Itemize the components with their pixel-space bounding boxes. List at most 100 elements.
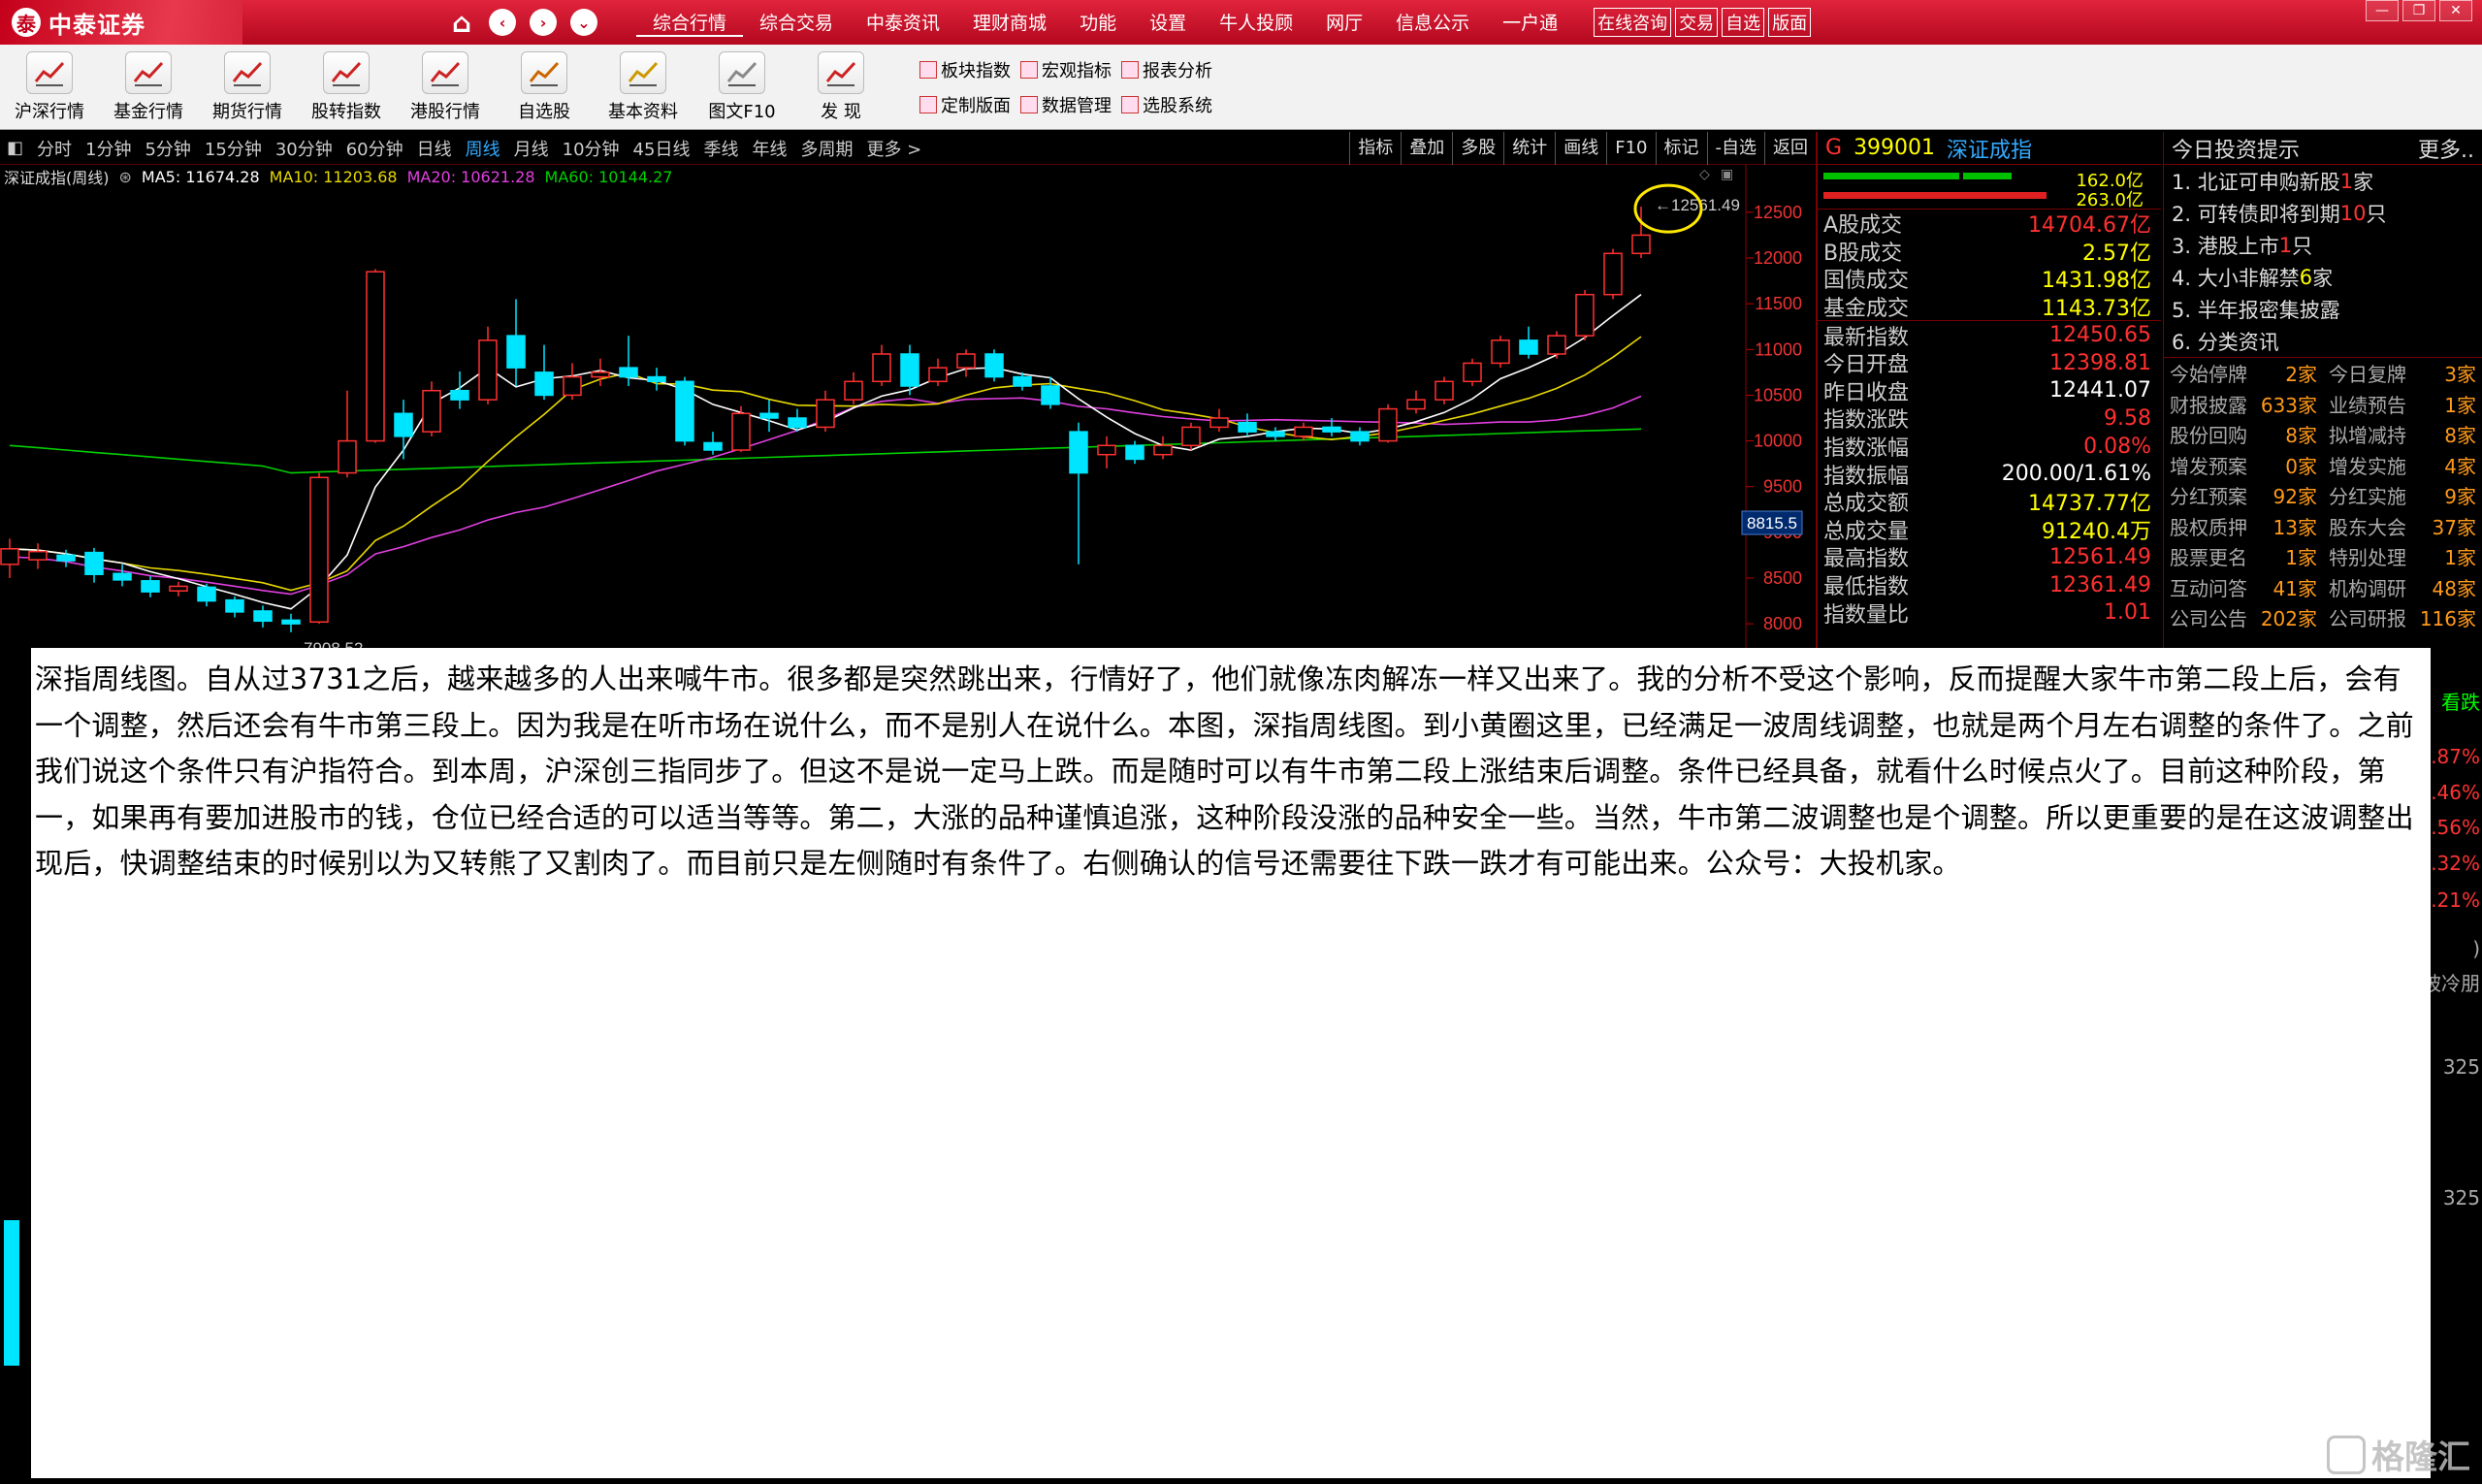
tip-grid-count: 92家 bbox=[2272, 485, 2317, 509]
tip-item-1[interactable]: 2. 可转债即将到期 10 只 bbox=[2164, 197, 2482, 229]
tip-item-4[interactable]: 5. 半年报密集披露 bbox=[2164, 293, 2482, 325]
restore-icon[interactable]: ❐ bbox=[2402, 0, 2435, 21]
period-tab-6[interactable]: 日线 bbox=[410, 136, 459, 161]
menu-item-7[interactable]: 网厅 bbox=[1309, 9, 1379, 37]
menu-item-3[interactable]: 理财商城 bbox=[956, 9, 1063, 37]
tip-grid-cell[interactable]: 增发实施 4家 bbox=[2323, 451, 2482, 479]
menu-item-0[interactable]: 综合行情 bbox=[636, 9, 744, 37]
toolbar-button-2[interactable]: 期货行情 bbox=[198, 45, 297, 130]
index-label: 昨日收盘 bbox=[1823, 380, 1910, 405]
toolbar-button-4[interactable]: 港股行情 bbox=[396, 45, 495, 130]
menu-item-2[interactable]: 中泰资讯 bbox=[850, 9, 956, 37]
tips-more-link[interactable]: 更多.. bbox=[2418, 133, 2474, 164]
chart-tool-4[interactable]: 画线 bbox=[1555, 132, 1606, 165]
toolbar-button-3[interactable]: 股转指数 bbox=[297, 45, 396, 130]
menu-item-5[interactable]: 设置 bbox=[1133, 9, 1203, 37]
tip-grid-cell[interactable]: 分红预案 92家 bbox=[2164, 481, 2323, 509]
toolbar-button-8[interactable]: 发 现 bbox=[791, 45, 890, 130]
minimize-icon[interactable]: — bbox=[2366, 0, 2399, 21]
period-tab-7[interactable]: 周线 bbox=[459, 136, 507, 161]
chart-tool-5[interactable]: F10 bbox=[1606, 132, 1655, 165]
period-tab-9[interactable]: 10分钟 bbox=[556, 136, 627, 161]
tip-grid-cell[interactable]: 股权质押 13家 bbox=[2164, 512, 2323, 540]
header-button-0[interactable]: 在线咨询 bbox=[1594, 8, 1672, 37]
chart-tool-7[interactable]: -自选 bbox=[1706, 132, 1765, 165]
toolbar-button-7[interactable]: 图文F10 bbox=[693, 45, 791, 130]
tip-grid-cell[interactable]: 机构调研 48家 bbox=[2323, 573, 2482, 601]
menu-item-1[interactable]: 综合交易 bbox=[743, 9, 850, 37]
period-tab-1[interactable]: 1分钟 bbox=[79, 136, 138, 161]
tip-grid-cell[interactable]: 分红实施 9家 bbox=[2323, 481, 2482, 509]
toolbar-link-2-1[interactable]: 选股系统 bbox=[1121, 92, 1212, 117]
kline-chart[interactable]: 8000850090009500100001050011000115001200… bbox=[0, 165, 1816, 648]
chart-tool-6[interactable]: 标记 bbox=[1655, 132, 1707, 165]
chart-tool-8[interactable]: 返回 bbox=[1764, 132, 1816, 165]
tip-grid-cell[interactable]: 今日复牌 3家 bbox=[2323, 359, 2482, 387]
tip-item-0[interactable]: 1. 北证可申购新股 1家 bbox=[2164, 165, 2482, 197]
tip-grid-count: 2家 bbox=[2285, 363, 2317, 387]
back-icon[interactable]: ‹ bbox=[489, 9, 516, 36]
tip-grid-cell[interactable]: 今始停牌 2家 bbox=[2164, 359, 2323, 387]
tip-grid-cell[interactable]: 公司研报 116家 bbox=[2323, 603, 2482, 631]
chart-tool-2[interactable]: 多股 bbox=[1452, 132, 1503, 165]
period-tab-12[interactable]: 年线 bbox=[745, 136, 793, 161]
period-tab-8[interactable]: 月线 bbox=[507, 136, 556, 161]
candle-body-46 bbox=[1294, 426, 1313, 437]
period-tab-0[interactable]: 分时 bbox=[30, 136, 79, 161]
tip-grid-cell[interactable]: 财报披露 633家 bbox=[2164, 390, 2323, 418]
tip-grid-cell[interactable]: 股东大会 37家 bbox=[2323, 512, 2482, 540]
tip-grid-cell[interactable]: 业绩预告 1家 bbox=[2323, 390, 2482, 418]
quote-panel: G 399001 深证成指 162.0亿 263.0亿 A股成交 14704.67… bbox=[1816, 132, 2161, 648]
chart-tool-1[interactable]: 叠加 bbox=[1401, 132, 1452, 165]
tip-text: 4. 大小非解禁 bbox=[2172, 266, 2300, 290]
close-icon[interactable]: ✕ bbox=[2439, 0, 2472, 21]
tip-grid-cell[interactable]: 公司公告 202家 bbox=[2164, 603, 2323, 631]
header-button-3[interactable]: 版面 bbox=[1768, 8, 1812, 37]
tip-grid-cell[interactable]: 拟增减持 8家 bbox=[2323, 420, 2482, 448]
header-button-2[interactable]: 自选 bbox=[1722, 8, 1765, 37]
period-tab-4[interactable]: 30分钟 bbox=[269, 136, 339, 161]
toolbar-link-1-1[interactable]: 数据管理 bbox=[1020, 92, 1112, 117]
period-tab-13[interactable]: 多周期 bbox=[793, 136, 859, 161]
toolbar-link-1-0[interactable]: 宏观指标 bbox=[1020, 57, 1112, 82]
menu-item-8[interactable]: 信息公示 bbox=[1379, 9, 1486, 37]
toolbar-button-1[interactable]: 基金行情 bbox=[99, 45, 198, 130]
period-tab-5[interactable]: 60分钟 bbox=[339, 136, 410, 161]
tip-grid-cell[interactable]: 增发预案 0家 bbox=[2164, 451, 2323, 479]
tip-grid-cell[interactable]: 特别处理 1家 bbox=[2323, 542, 2482, 570]
period-tab-2[interactable]: 5分钟 bbox=[138, 136, 197, 161]
chart-tool-3[interactable]: 统计 bbox=[1503, 132, 1555, 165]
toolbar-link-2-0[interactable]: 报表分析 bbox=[1121, 57, 1212, 82]
toolbar-link-0-1[interactable]: 定制版面 bbox=[919, 92, 1011, 117]
tip-grid-cell[interactable]: 互动问答 41家 bbox=[2164, 573, 2323, 601]
volume-bars: 162.0亿 263.0亿 bbox=[1818, 165, 2161, 210]
menu-item-9[interactable]: 一户通 bbox=[1486, 9, 1574, 37]
period-tab-3[interactable]: 15分钟 bbox=[198, 136, 269, 161]
dropdown-icon[interactable]: ⌄ bbox=[570, 9, 597, 36]
tip-grid-cell[interactable]: 股份回购 8家 bbox=[2164, 420, 2323, 448]
y-tick-label-8: 12000 bbox=[1754, 248, 1802, 268]
toolbar-button-6[interactable]: 基本资料 bbox=[594, 45, 693, 130]
settings-icon[interactable]: ⊛ bbox=[119, 168, 132, 186]
tip-grid-cell[interactable]: 股票更名 1家 bbox=[2164, 542, 2323, 570]
layout-toggle-icon[interactable]: ◧ bbox=[0, 138, 30, 158]
period-tab-11[interactable]: 季线 bbox=[696, 136, 745, 161]
title-bar: 泰 中泰证券 ⌂ ‹ › ⌄ 综合行情 综合交易 中泰资讯 理财商城 功能 设置 牛人投顾网… bbox=[0, 0, 2482, 45]
index-label: 指数振幅 bbox=[1823, 464, 1910, 489]
tip-item-3[interactable]: 4. 大小非解禁 6家 bbox=[2164, 261, 2482, 293]
tip-item-5[interactable]: 6. 分类资讯 bbox=[2164, 325, 2482, 357]
toolbar-link-0-0[interactable]: 板块指数 bbox=[919, 57, 1011, 82]
strip-text-4: .32% bbox=[2431, 852, 2480, 875]
period-tab-14[interactable]: 更多 > bbox=[859, 136, 928, 161]
toolbar-button-0[interactable]: 沪深行情 bbox=[0, 45, 99, 130]
period-tab-10[interactable]: 45日线 bbox=[627, 136, 697, 161]
forward-icon[interactable]: › bbox=[530, 9, 557, 36]
tip-grid-label: 公司公告 bbox=[2170, 607, 2247, 631]
menu-item-4[interactable]: 功能 bbox=[1063, 9, 1133, 37]
menu-item-6[interactable]: 牛人投顾 bbox=[1203, 9, 1309, 37]
toolbar-button-5[interactable]: 自选股 bbox=[495, 45, 594, 130]
chart-tool-0[interactable]: 指标 bbox=[1349, 132, 1401, 165]
home-icon[interactable]: ⌂ bbox=[448, 7, 475, 39]
header-button-1[interactable]: 交易 bbox=[1675, 8, 1719, 37]
tip-item-2[interactable]: 3. 港股上市 1 只 bbox=[2164, 229, 2482, 261]
